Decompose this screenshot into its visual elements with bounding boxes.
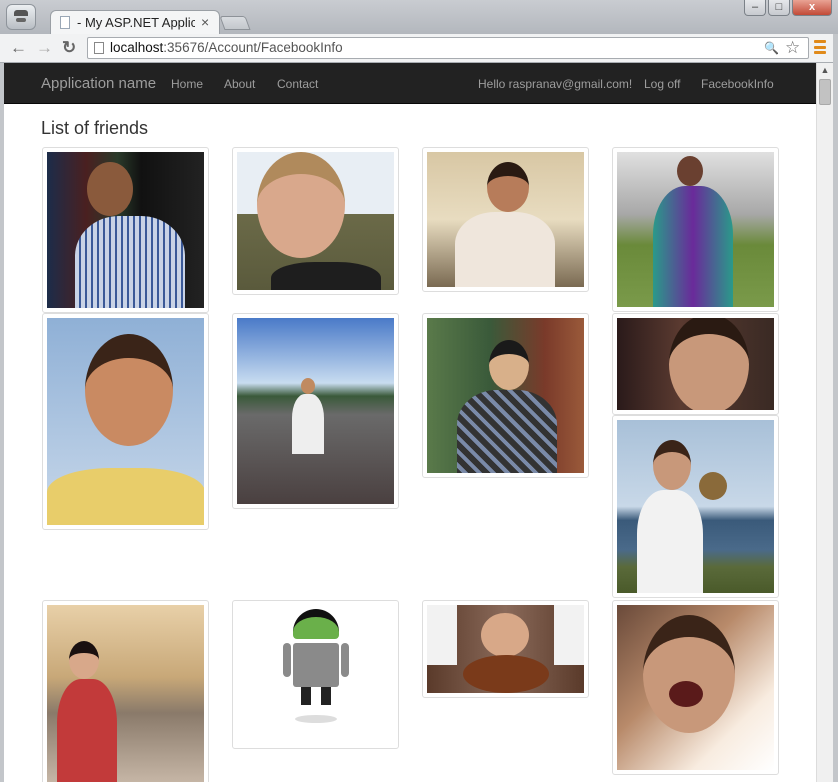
page-viewport: Application name Home About Contact Hell… bbox=[4, 63, 816, 782]
browser-tab[interactable]: - My ASP.NET Applic × bbox=[50, 10, 220, 34]
window-controls: – □ x bbox=[742, 0, 832, 18]
friend-photo-blond-man-outdoors bbox=[237, 152, 394, 290]
window-frame-right bbox=[833, 34, 838, 782]
site-navbar: Application name Home About Contact Hell… bbox=[4, 63, 816, 104]
tab-title: - My ASP.NET Applic bbox=[77, 15, 195, 30]
friend-photo-man-glasses-shouting bbox=[617, 605, 774, 770]
url-text[interactable]: localhost:35676/Account/FacebookInfo bbox=[110, 40, 343, 55]
forward-arrow-icon[interactable]: → bbox=[36, 38, 53, 58]
tab-close-icon[interactable]: × bbox=[201, 14, 209, 30]
friend-photo-baby-football bbox=[427, 605, 584, 693]
friend-tile[interactable] bbox=[232, 600, 399, 749]
url-host: localhost bbox=[110, 40, 164, 55]
friend-photo-bride-veil bbox=[427, 152, 584, 287]
friend-tile[interactable] bbox=[612, 313, 779, 415]
friend-photo-woman-traditional-dress bbox=[617, 152, 774, 307]
browser-toolbar: ← → ↻ localhost:35676/Account/FacebookIn… bbox=[0, 34, 838, 63]
friend-tile[interactable] bbox=[422, 600, 589, 698]
friend-tile[interactable] bbox=[42, 147, 209, 313]
friend-tile[interactable] bbox=[612, 600, 779, 775]
page-icon bbox=[94, 42, 104, 54]
back-arrow-icon[interactable]: ← bbox=[10, 38, 27, 58]
friend-tile[interactable] bbox=[422, 147, 589, 292]
friend-tile[interactable] bbox=[42, 313, 209, 530]
address-bar[interactable]: localhost:35676/Account/FacebookInfo 🔍 ☆ bbox=[87, 37, 809, 59]
maximize-button[interactable]: □ bbox=[768, 0, 790, 16]
friend-tile[interactable] bbox=[232, 147, 399, 295]
friend-tile[interactable] bbox=[422, 313, 589, 478]
url-path: :35676/Account/FacebookInfo bbox=[163, 40, 343, 55]
vertical-scrollbar[interactable]: ▲ bbox=[816, 63, 833, 782]
nav-about-link[interactable]: About bbox=[224, 77, 255, 91]
scroll-up-arrow-icon[interactable]: ▲ bbox=[817, 63, 833, 77]
minimize-button[interactable]: – bbox=[744, 0, 766, 16]
user-greeting-link[interactable]: Hello raspranav@gmail.com! bbox=[478, 77, 632, 91]
friend-photo-smiling-man-palm bbox=[47, 318, 204, 525]
nav-contact-link[interactable]: Contact bbox=[277, 77, 318, 91]
friend-photo-man-glasses-closeup bbox=[617, 318, 774, 410]
friend-photo-man-drinking-coconut bbox=[617, 420, 774, 593]
logoff-link[interactable]: Log off bbox=[644, 77, 680, 91]
reload-icon[interactable]: ↻ bbox=[62, 38, 76, 58]
browser-menu-icon[interactable] bbox=[814, 40, 826, 54]
facebook-info-link[interactable]: FacebookInfo bbox=[701, 77, 774, 91]
browser-title-bar: - My ASP.NET Applic × – □ x bbox=[0, 0, 838, 34]
friend-photo-man-by-water bbox=[237, 318, 394, 504]
new-tab-button[interactable] bbox=[219, 16, 251, 30]
friend-photo-android-avatar bbox=[237, 605, 394, 744]
brand-link[interactable]: Application name bbox=[41, 75, 156, 92]
friend-tile[interactable] bbox=[42, 600, 209, 782]
friend-tile[interactable] bbox=[612, 415, 779, 598]
scrollbar-thumb[interactable] bbox=[819, 79, 831, 105]
friend-photo-man-peace-sign bbox=[427, 318, 584, 473]
page-heading: List of friends bbox=[41, 118, 149, 138]
incognito-profile-icon[interactable] bbox=[6, 4, 36, 30]
bookmark-star-icon[interactable]: ☆ bbox=[785, 38, 800, 58]
nav-home-link[interactable]: Home bbox=[171, 77, 203, 91]
friend-tile[interactable] bbox=[612, 147, 779, 312]
close-window-button[interactable]: x bbox=[792, 0, 832, 16]
page-favicon-icon bbox=[60, 16, 70, 29]
friend-photo-man-glasses-bookshelf bbox=[47, 152, 204, 308]
friend-photo-woman-red-jacket bbox=[47, 605, 204, 782]
search-icon[interactable]: 🔍 bbox=[764, 41, 779, 55]
friend-tile[interactable] bbox=[232, 313, 399, 509]
